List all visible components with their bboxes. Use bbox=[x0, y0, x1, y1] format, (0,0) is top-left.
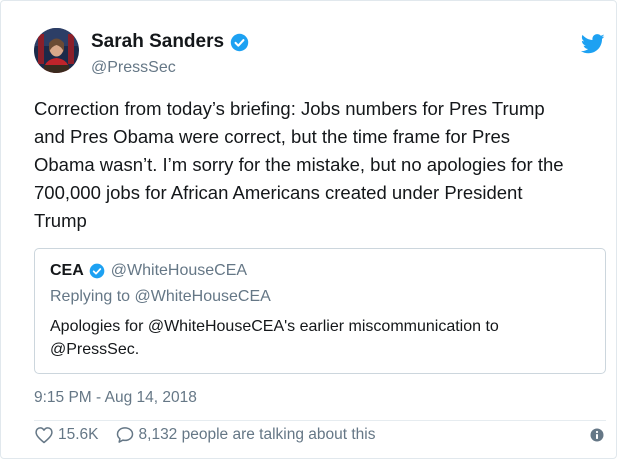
divider bbox=[34, 420, 606, 421]
verified-badge-icon bbox=[89, 263, 105, 279]
quoted-text: Apologies for @WhiteHouseCEA's earlier m… bbox=[50, 318, 499, 358]
tweet-text: Correction from today’s briefing: Jobs n… bbox=[34, 98, 564, 231]
talking-count: 8,132 people are talking about this bbox=[138, 426, 376, 443]
author-handle[interactable]: @PressSec bbox=[91, 59, 249, 77]
info-icon[interactable] bbox=[590, 428, 604, 442]
like-count: 15.6K bbox=[58, 426, 99, 443]
heart-icon bbox=[35, 427, 53, 444]
action-bar: 15.6K 8,132 people are talking about thi… bbox=[34, 425, 376, 445]
avatar[interactable] bbox=[34, 28, 79, 73]
tweet-card: Sarah Sanders @PressSec Correction from … bbox=[0, 0, 617, 459]
quoted-author-handle: @WhiteHouseCEA bbox=[110, 262, 248, 279]
quoted-replying-to: Replying to @WhiteHouseCEA bbox=[50, 288, 271, 305]
quoted-header: CEA @WhiteHouseCEA bbox=[50, 262, 247, 280]
quoted-tweet[interactable]: CEA @WhiteHouseCEA Replying to @WhiteHou… bbox=[34, 248, 606, 374]
author-display-name[interactable]: Sarah Sanders bbox=[91, 31, 224, 53]
verified-badge-icon bbox=[230, 33, 249, 52]
tweet-timestamp[interactable]: 9:15 PM - Aug 14, 2018 bbox=[34, 389, 197, 407]
like-button[interactable]: 15.6K bbox=[34, 425, 99, 445]
quoted-author-name: CEA bbox=[50, 262, 84, 279]
speech-bubble-icon bbox=[116, 427, 133, 443]
author-block: Sarah Sanders @PressSec bbox=[91, 29, 249, 77]
twitter-bird-icon[interactable] bbox=[580, 34, 605, 54]
conversation-button[interactable]: 8,132 people are talking about this bbox=[115, 425, 376, 445]
